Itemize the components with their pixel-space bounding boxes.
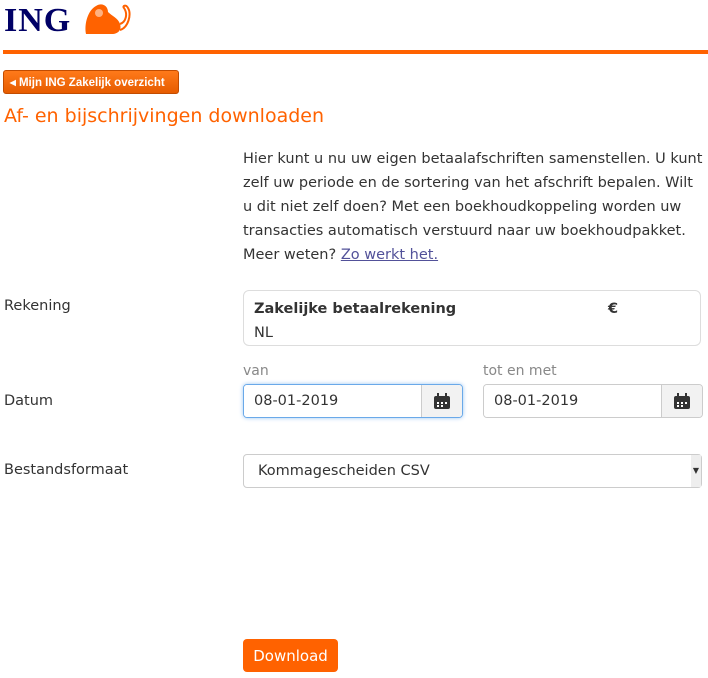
file-format-select[interactable]: Kommagescheiden CSV ▼	[243, 454, 702, 488]
calendar-icon[interactable]	[421, 385, 462, 417]
account-currency: €	[608, 301, 619, 317]
to-label: tot en met	[483, 363, 557, 379]
account-name: Zakelijke betaalrekening	[254, 301, 457, 317]
account-iban: NL	[254, 325, 273, 341]
account-label: Rekening	[4, 298, 71, 314]
from-date-input[interactable]	[244, 385, 421, 417]
ing-logo: ING	[4, 2, 72, 39]
from-label: van	[243, 363, 269, 379]
how-it-works-link[interactable]: Zo werkt het.	[341, 247, 438, 263]
download-button[interactable]: Download	[243, 639, 338, 672]
to-date-field[interactable]	[483, 384, 703, 418]
file-format-label: Bestandsformaat	[4, 462, 129, 478]
file-format-value: Kommagescheiden CSV	[258, 463, 430, 479]
back-to-overview-button[interactable]: ◂ Mijn ING Zakelijk overzicht	[3, 70, 179, 94]
calendar-icon[interactable]	[661, 385, 702, 417]
dropdown-arrow-icon: ▼	[691, 455, 701, 487]
back-button-label: Mijn ING Zakelijk overzicht	[18, 77, 165, 89]
intro-text: Hier kunt u nu uw eigen betaalafschrifte…	[243, 147, 703, 267]
page-title: Af- en bijschrijvingen downloaden	[4, 105, 325, 127]
caret-left-icon: ◂	[10, 77, 19, 89]
account-selector[interactable]: Zakelijke betaalrekening € NL	[243, 290, 701, 346]
date-label: Datum	[4, 393, 54, 409]
lion-logo-icon	[85, 4, 131, 34]
to-date-input[interactable]	[484, 385, 661, 417]
header-divider	[3, 50, 708, 54]
intro-body: Hier kunt u nu uw eigen betaalafschrifte…	[243, 151, 703, 263]
from-date-field[interactable]	[243, 384, 463, 418]
